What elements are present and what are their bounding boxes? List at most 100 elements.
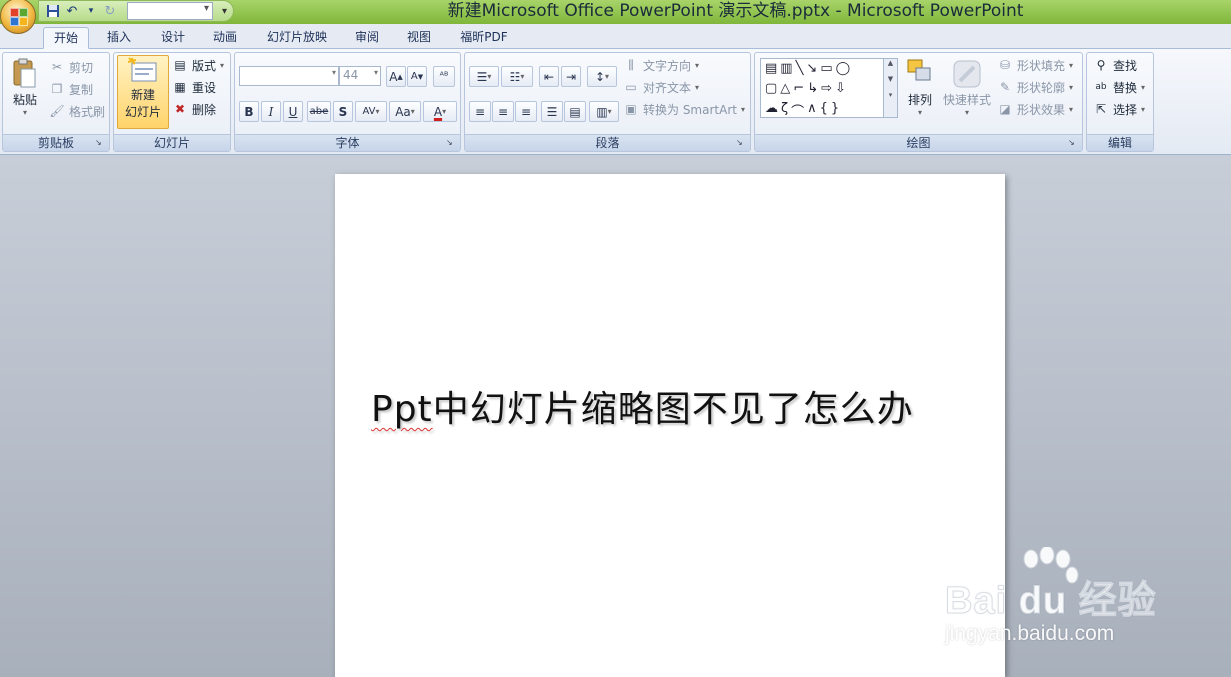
strikethrough-button[interactable]: abe: [307, 101, 331, 122]
numbering-icon: ☷: [509, 69, 521, 84]
tab-animations[interactable]: 动画: [204, 27, 246, 49]
cut-button[interactable]: ✂ 剪切: [49, 57, 93, 77]
paste-dropdown-icon[interactable]: ▾: [23, 108, 27, 117]
qat-combo-box[interactable]: [127, 2, 213, 20]
clipboard-launcher-icon[interactable]: ↘: [95, 138, 105, 148]
reset-button[interactable]: ▦ 重设: [172, 77, 216, 97]
curve-icon[interactable]: ⌒: [791, 101, 804, 120]
drawing-group: ▤ ▥ ╲ ↘ ▭ ◯ ▢ △ ⌐ ↳ ⇨ ⇩ ☁ ζ ⌒ ∧{} ▲ ▼ ▾ 排列 ▾ 快速样式 ▾ ⛁ 形…: [754, 52, 1083, 152]
tab-design[interactable]: 设计: [152, 27, 194, 49]
down-arrow-icon[interactable]: ⇩: [835, 81, 846, 97]
layout-button[interactable]: ▤ 版式 ▾: [172, 55, 224, 75]
elbow-connector-icon[interactable]: ⌐: [793, 81, 804, 97]
find-label: 查找: [1113, 58, 1138, 73]
rectangle-icon[interactable]: ▭: [820, 61, 832, 77]
arc-icon[interactable]: ∧: [807, 101, 817, 117]
copy-button[interactable]: ❐ 复制: [49, 79, 93, 99]
font-launcher-icon[interactable]: ↘: [446, 138, 456, 148]
tab-review[interactable]: 审阅: [346, 27, 388, 49]
layout-icon: ▤: [174, 58, 186, 72]
tab-insert[interactable]: 插入: [98, 27, 140, 49]
align-left-button[interactable]: ≡: [469, 101, 491, 122]
shrink-font-button[interactable]: A ▼: [407, 66, 427, 87]
increase-indent-button[interactable]: ⇥: [561, 66, 581, 87]
slide-canvas[interactable]: Ppt中幻灯片缩略图不见了怎么办: [335, 174, 1005, 677]
shapes-gallery-scroll[interactable]: ▲ ▼ ▾: [883, 59, 897, 117]
align-right-button[interactable]: ≡: [515, 101, 537, 122]
drawing-launcher-icon[interactable]: ↘: [1068, 138, 1078, 148]
numbering-button[interactable]: ☷ ▾: [501, 66, 533, 87]
right-brace-icon[interactable]: }: [831, 101, 839, 117]
replace-button[interactable]: ab 替换 ▾: [1093, 77, 1145, 97]
format-painter-button[interactable]: 🖌 格式刷: [49, 101, 105, 121]
align-center-button[interactable]: ≡: [492, 101, 514, 122]
decrease-indent-button[interactable]: ⇤: [539, 66, 559, 87]
paste-button[interactable]: 粘贴 ▾: [7, 57, 43, 117]
align-text-button[interactable]: ▭ 对齐文本 ▾: [623, 77, 699, 97]
find-button[interactable]: ⚲ 查找: [1093, 55, 1137, 75]
line-icon[interactable]: ╲: [796, 61, 804, 77]
quick-styles-button[interactable]: 快速样式 ▾: [941, 57, 993, 117]
quick-styles-label: 快速样式: [942, 93, 991, 107]
oval-icon[interactable]: ◯: [836, 61, 851, 77]
clear-formatting-button[interactable]: ᴬᴮ: [433, 66, 455, 87]
paragraph-group: ☰ ▾ ☷ ▾ ⇤ ⇥ ↕ ▾ ⫼ 文字方向 ▾ ▭ 对齐文本 ▾ ▣ 转换为 Sma…: [464, 52, 751, 152]
save-icon[interactable]: [45, 3, 61, 19]
slide-title-text[interactable]: Ppt中幻灯片缩略图不见了怎么办: [371, 380, 971, 432]
font-color-button[interactable]: A ▾: [423, 101, 457, 122]
cloud-icon[interactable]: ☁: [765, 101, 778, 117]
undo-icon[interactable]: ↶: [64, 3, 80, 19]
character-spacing-button[interactable]: AV ▾: [355, 101, 387, 122]
justify-button[interactable]: ☰: [541, 101, 563, 122]
elbow-arrow-icon[interactable]: ↳: [807, 81, 818, 97]
shape-effects-button[interactable]: ◪ 形状效果 ▾: [997, 99, 1073, 119]
right-arrow-icon[interactable]: ⇨: [821, 81, 832, 97]
decrease-indent-icon: ⇤: [543, 69, 555, 84]
clipboard-group-label: 剪贴板: [3, 134, 109, 151]
vertical-text-box-icon[interactable]: ▥: [780, 61, 792, 77]
customize-qat-icon[interactable]: ▾: [222, 6, 227, 17]
shape-fill-button[interactable]: ⛁ 形状填充 ▾: [997, 55, 1073, 75]
select-button[interactable]: ⇱ 选择 ▾: [1093, 99, 1145, 119]
grow-font-button[interactable]: A ▲: [386, 66, 406, 87]
new-slide-button[interactable]: 新建 幻灯片: [117, 55, 169, 129]
font-size-combo[interactable]: 44 ▾: [339, 66, 381, 86]
bullets-button[interactable]: ☰ ▾: [469, 66, 499, 87]
distributed-icon: ▤: [569, 104, 581, 119]
format-painter-label: 格式刷: [69, 104, 106, 119]
shapes-row-3: ☁ ζ ⌒ ∧{}: [761, 99, 897, 120]
columns-button[interactable]: ▥ ▾: [589, 101, 619, 122]
bold-button[interactable]: B: [239, 101, 259, 122]
binoculars-icon: ⚲: [1096, 58, 1106, 72]
tab-foxit-pdf[interactable]: 福昕PDF: [452, 27, 516, 49]
shape-fill-label: 形状填充: [1017, 58, 1066, 73]
tab-slide-show[interactable]: 幻灯片放映: [258, 27, 336, 49]
font-name-combo[interactable]: ▾: [239, 66, 339, 86]
redo-icon[interactable]: ↻: [102, 3, 118, 19]
triangle-icon[interactable]: △: [780, 81, 790, 97]
freeform-icon[interactable]: ζ: [781, 101, 788, 117]
text-box-icon[interactable]: ▤: [765, 61, 777, 77]
left-brace-icon[interactable]: {: [820, 101, 828, 117]
distributed-button[interactable]: ▤: [564, 101, 586, 122]
copy-icon: ❐: [51, 82, 63, 96]
rounded-rect-icon[interactable]: ▢: [765, 81, 777, 97]
tab-view[interactable]: 视图: [398, 27, 440, 49]
undo-dropdown-icon[interactable]: ▾: [83, 3, 99, 19]
align-left-icon: ≡: [474, 104, 486, 119]
change-case-button[interactable]: Aa ▾: [389, 101, 421, 122]
shapes-gallery[interactable]: ▤ ▥ ╲ ↘ ▭ ◯ ▢ △ ⌐ ↳ ⇨ ⇩ ☁ ζ ⌒ ∧{} ▲ ▼ ▾: [760, 58, 898, 120]
tab-home[interactable]: 开始: [43, 27, 89, 49]
arrange-button[interactable]: 排列 ▾: [903, 57, 937, 117]
text-shadow-button[interactable]: S: [333, 101, 353, 122]
arrow-line-icon[interactable]: ↘: [806, 61, 817, 77]
underline-button[interactable]: U: [283, 101, 303, 122]
delete-slide-button[interactable]: ✖ 删除: [172, 99, 216, 119]
shape-outline-button[interactable]: ✎ 形状轮廓 ▾: [997, 77, 1073, 97]
text-direction-button[interactable]: ⫼ 文字方向 ▾: [623, 55, 699, 75]
italic-button[interactable]: I: [261, 101, 281, 122]
convert-smartart-button[interactable]: ▣ 转换为 SmartArt ▾: [623, 99, 745, 119]
line-spacing-button[interactable]: ↕ ▾: [587, 66, 617, 87]
smartart-icon: ▣: [625, 102, 637, 116]
paragraph-launcher-icon[interactable]: ↘: [736, 138, 746, 148]
